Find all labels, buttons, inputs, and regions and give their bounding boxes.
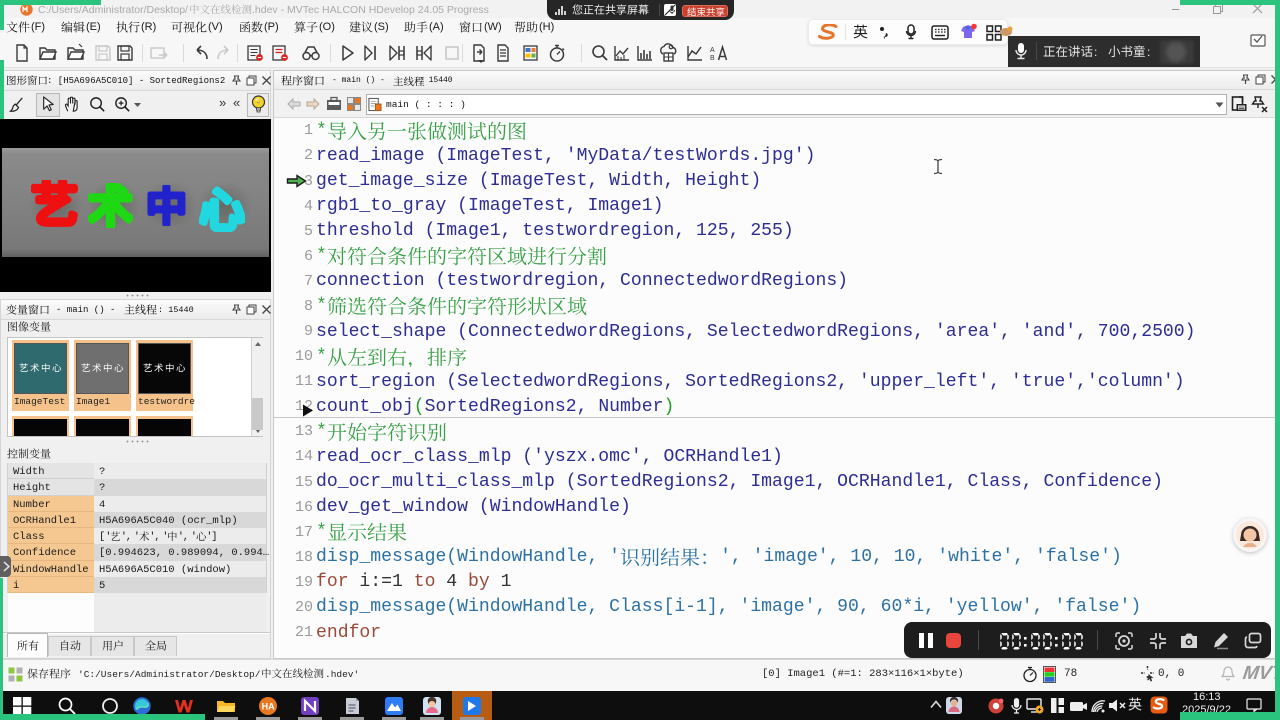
svg-text:A: A <box>710 47 715 54</box>
svg-text:HA: HA <box>262 702 275 712</box>
svg-text:B: B <box>710 55 715 62</box>
